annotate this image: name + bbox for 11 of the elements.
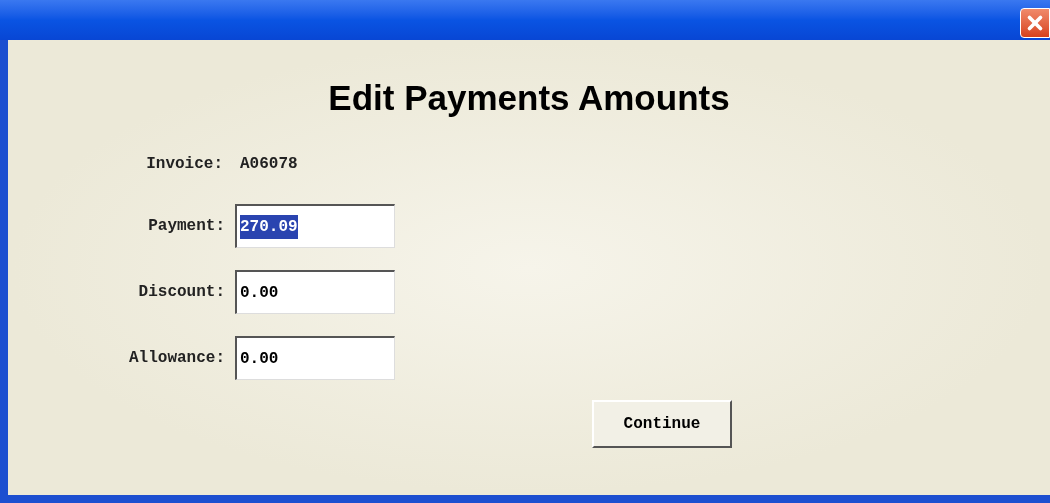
field-label: Allowance: [128, 348, 226, 369]
input-field[interactable]: 270.09 [235, 204, 395, 248]
dialog-heading: Edit Payments Amounts [327, 77, 731, 119]
input-field[interactable]: 0.00 [235, 270, 395, 314]
close-button[interactable] [1020, 8, 1050, 38]
field-label: Discount: [137, 282, 226, 303]
invoice-label: Invoice: [145, 154, 224, 175]
input-field[interactable]: 0.00 [235, 336, 395, 380]
field-label: Payment: [147, 216, 226, 237]
continue-button[interactable]: Continue [592, 400, 732, 448]
invoice-number: A06078 [240, 154, 298, 175]
